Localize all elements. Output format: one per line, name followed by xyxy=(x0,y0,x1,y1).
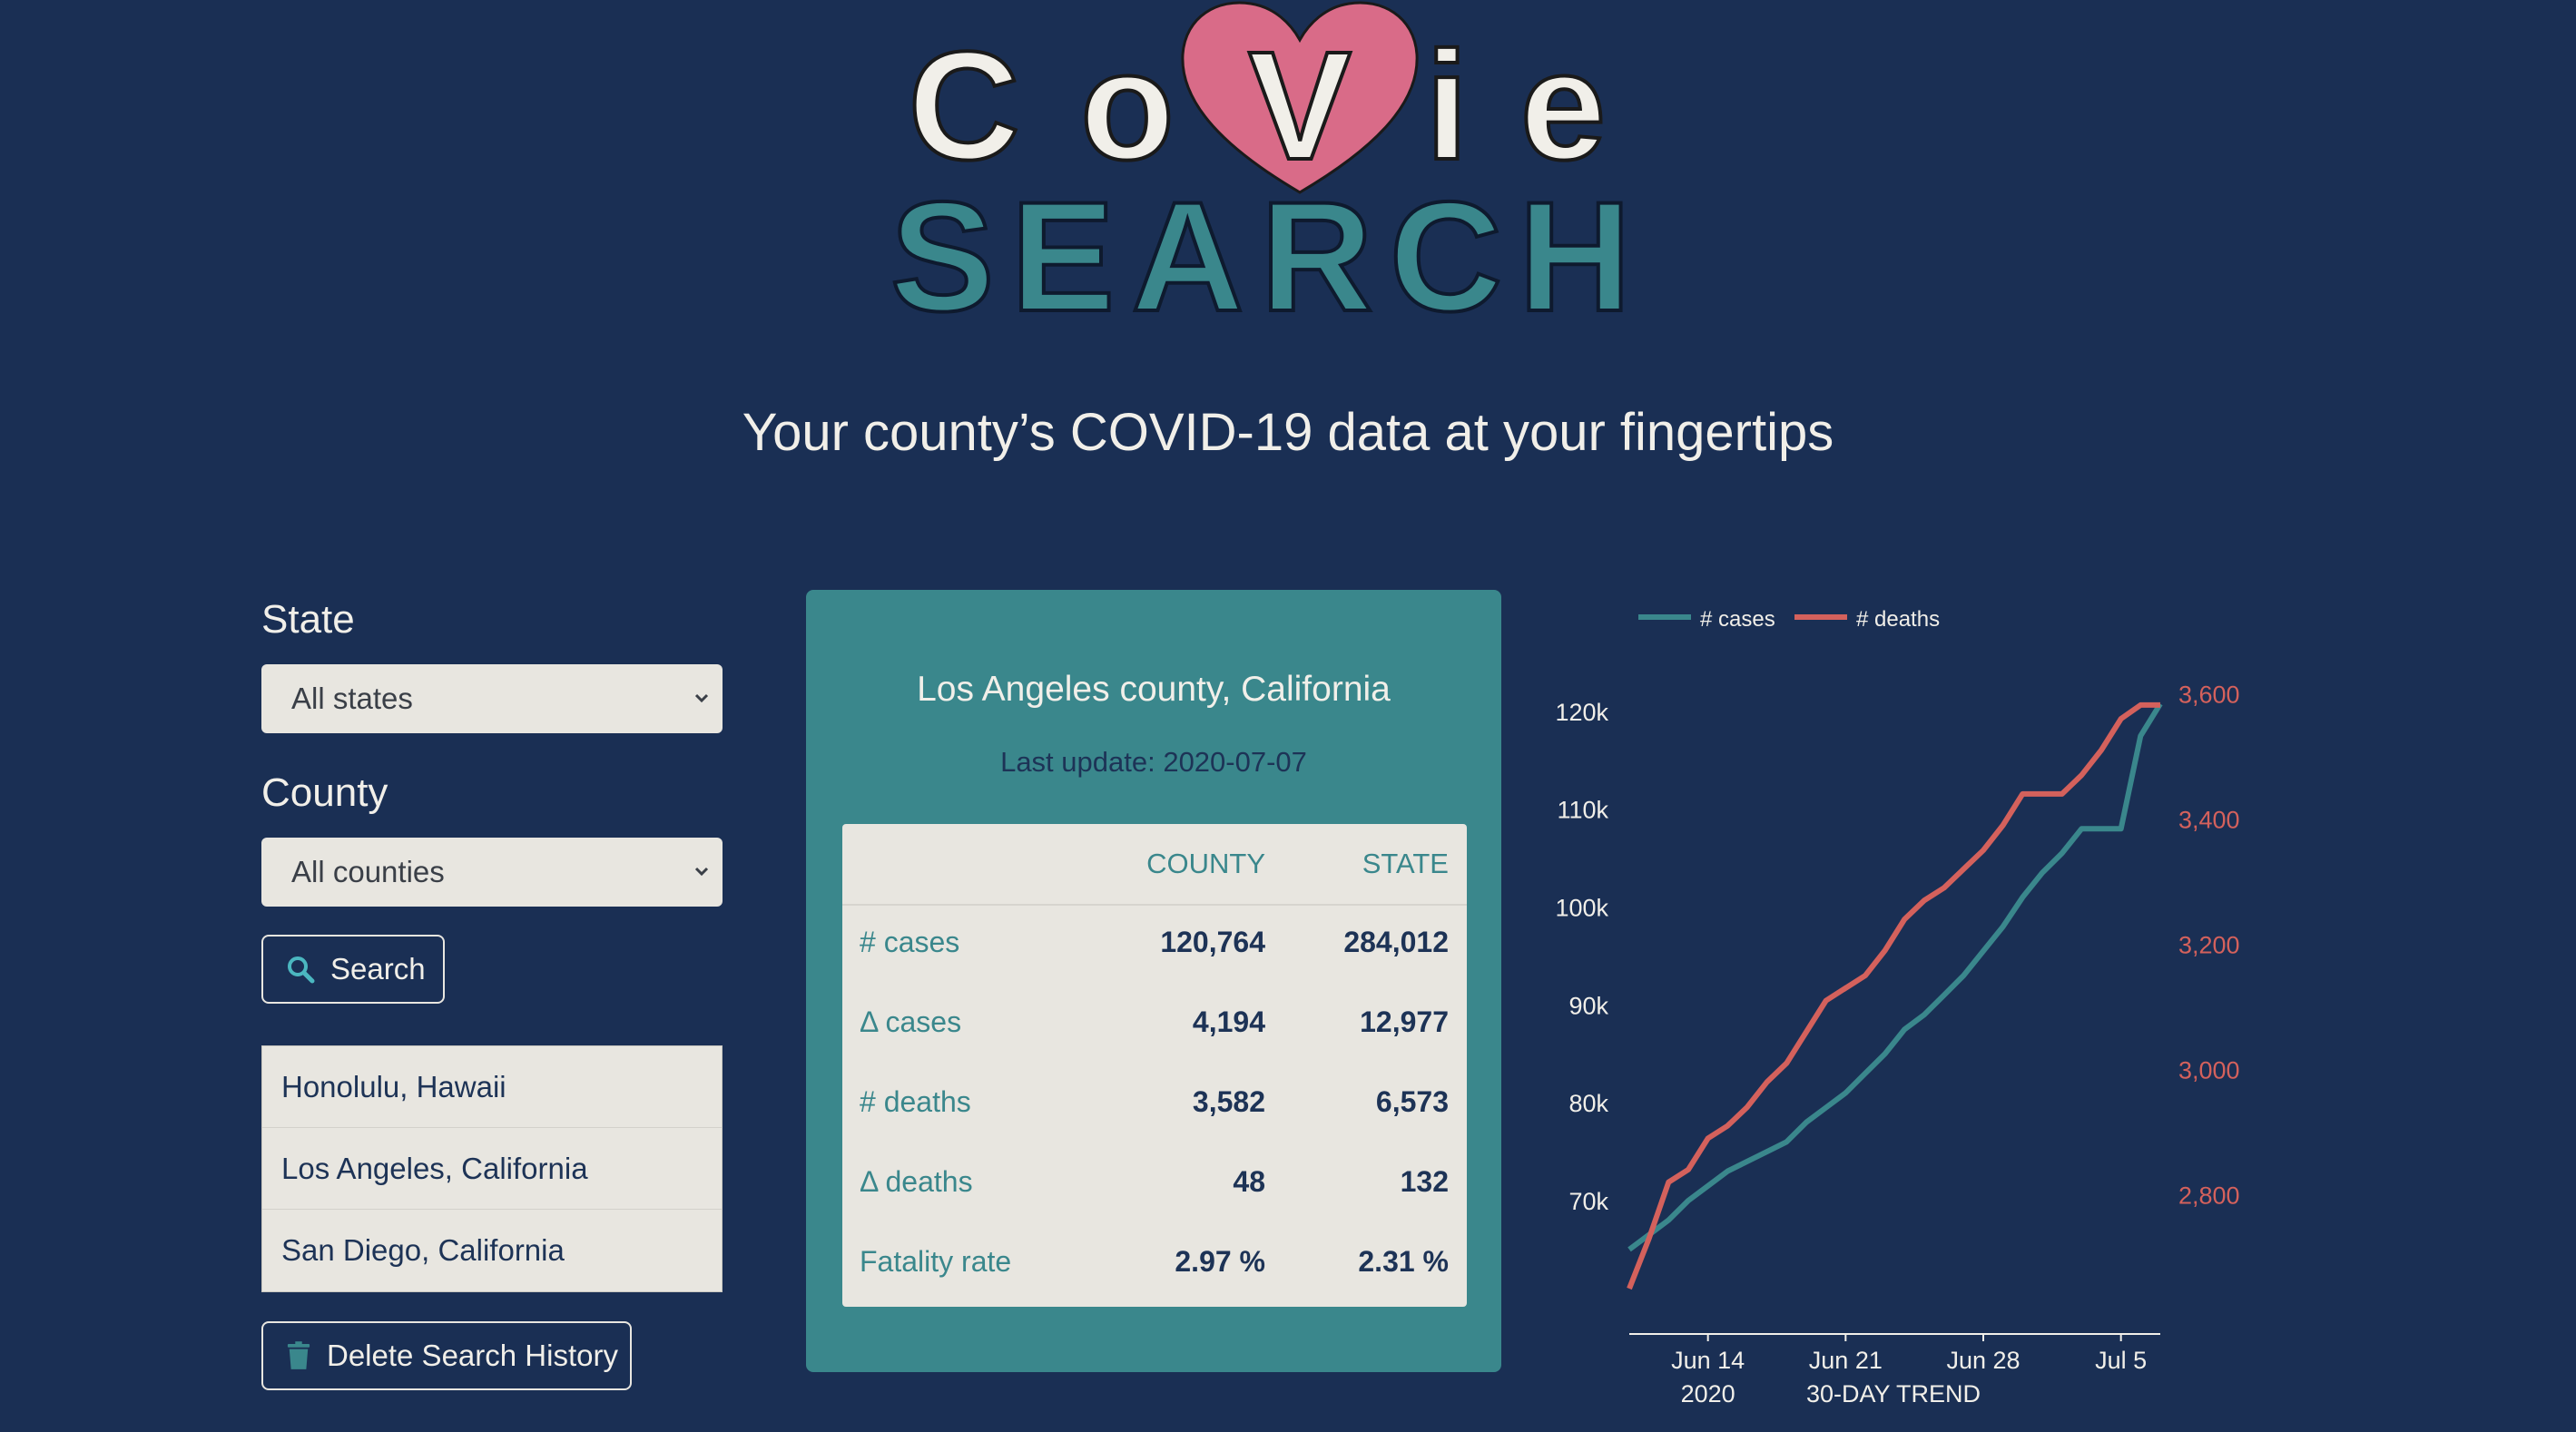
chart-legend: # cases # deaths xyxy=(1638,607,1940,632)
county-value: 48 xyxy=(1233,1165,1265,1198)
left-axis: 70k 80k 90k 100k 110k 120k xyxy=(1555,699,1608,1215)
left-tick-label: 110k xyxy=(1557,797,1608,824)
covie-search-logo: C o V i e SEARCH xyxy=(889,1,1647,345)
county-stats-card: Los Angeles county, California Last upda… xyxy=(806,590,1501,1372)
history-item[interactable]: San Diego, California xyxy=(262,1210,722,1290)
left-tick-label: 80k xyxy=(1568,1090,1608,1117)
state-select[interactable]: All states xyxy=(261,664,723,733)
chart-lines xyxy=(1627,701,2163,1290)
state-value: 132 xyxy=(1400,1165,1449,1198)
right-tick-label: 3,600 xyxy=(2178,682,2240,709)
row-label: Fatality rate xyxy=(860,1245,1012,1278)
x-year-label: 2020 xyxy=(1681,1380,1735,1407)
row-label: # deaths xyxy=(860,1085,971,1118)
page-subtitle: Your county’s COVID-19 data at your fing… xyxy=(742,403,1834,462)
row-label: Δ deaths xyxy=(860,1165,973,1198)
left-tick-label: 120k xyxy=(1555,699,1608,726)
right-tick-label: 3,400 xyxy=(2178,807,2240,834)
logo-letter-o: o xyxy=(1080,20,1175,192)
logo-letter-e: e xyxy=(1520,20,1607,192)
left-tick-label: 90k xyxy=(1568,992,1608,1019)
x-tick-label: Jun 28 xyxy=(1946,1347,2020,1374)
chevron-down-icon xyxy=(694,693,709,703)
row-label: Δ cases xyxy=(860,1005,962,1038)
logo-letter-c: C xyxy=(909,20,1020,192)
logo-letter-v: V xyxy=(1248,20,1351,192)
cases-series-line xyxy=(1627,702,2163,1252)
county-label: County xyxy=(261,770,388,815)
search-icon xyxy=(288,956,315,984)
county-value: 4,194 xyxy=(1192,1005,1265,1038)
county-value: 3,582 xyxy=(1192,1085,1265,1118)
card-title: Los Angeles county, California xyxy=(917,670,1391,709)
search-button[interactable]: Search xyxy=(261,935,445,1004)
right-tick-label: 3,000 xyxy=(2178,1057,2240,1084)
legend-label: # deaths xyxy=(1856,607,1940,632)
x-tick-label: Jun 21 xyxy=(1809,1347,1883,1374)
right-tick-label: 3,200 xyxy=(2178,932,2240,959)
x-tick-label: Jun 14 xyxy=(1671,1347,1745,1374)
state-value: 2.31 % xyxy=(1358,1245,1449,1278)
legend-label: # cases xyxy=(1700,607,1775,632)
logo-letter-i: i xyxy=(1425,20,1468,192)
x-axis-title: 30-DAY TREND xyxy=(1806,1380,1981,1407)
x-tick-label: Jul 5 xyxy=(2095,1347,2147,1374)
logo-search-word: SEARCH xyxy=(890,170,1647,344)
state-label: State xyxy=(261,597,355,642)
row-label: # cases xyxy=(860,926,960,958)
county-select-value: All counties xyxy=(291,855,445,888)
column-header-county: COUNTY xyxy=(1146,848,1265,879)
state-value: 284,012 xyxy=(1343,926,1449,958)
trash-icon xyxy=(287,1341,310,1369)
chevron-down-icon xyxy=(694,867,709,877)
county-value: 2.97 % xyxy=(1175,1245,1265,1278)
x-axis: Jun 14 Jun 21 Jun 28 Jul 5 2020 30-DAY TREND xyxy=(1629,1333,2160,1407)
table-row: Δ cases 4,194 12,977 xyxy=(842,984,1467,1064)
history-item[interactable]: Los Angeles, California xyxy=(262,1128,722,1210)
trend-chart: # cases # deaths 70k 80k 90k 100k 110k 120k 2,… xyxy=(1555,607,2240,1407)
table-row: # deaths 3,582 6,573 xyxy=(842,1064,1467,1143)
search-history-list: Honolulu, Hawaii Los Angeles, California… xyxy=(261,1045,723,1292)
deaths-series-line xyxy=(1627,701,2160,1290)
right-axis: 2,800 3,000 3,200 3,400 3,600 xyxy=(2178,682,2240,1210)
state-select-value: All states xyxy=(291,682,413,715)
delete-history-label: Delete Search History xyxy=(327,1339,618,1372)
county-value: 120,764 xyxy=(1160,926,1265,958)
stats-table: COUNTY STATE # cases 120,764 284,012 Δ c… xyxy=(842,824,1467,1307)
right-tick-label: 2,800 xyxy=(2178,1182,2240,1210)
table-row: Δ deaths 48 132 xyxy=(842,1143,1467,1223)
delete-history-button[interactable]: Delete Search History xyxy=(261,1321,632,1390)
left-tick-label: 70k xyxy=(1568,1188,1608,1215)
last-update-text: Last update: 2020-07-07 xyxy=(1000,746,1307,778)
table-row: # cases 120,764 284,012 xyxy=(842,904,1467,984)
table-row: Fatality rate 2.97 % 2.31 % xyxy=(842,1223,1467,1303)
search-button-label: Search xyxy=(330,952,426,986)
state-value: 12,977 xyxy=(1360,1005,1449,1038)
county-select[interactable]: All counties xyxy=(261,838,723,907)
left-tick-label: 100k xyxy=(1555,895,1608,922)
column-header-state: STATE xyxy=(1362,848,1449,879)
history-item[interactable]: Honolulu, Hawaii xyxy=(262,1046,722,1128)
state-value: 6,573 xyxy=(1375,1085,1449,1118)
